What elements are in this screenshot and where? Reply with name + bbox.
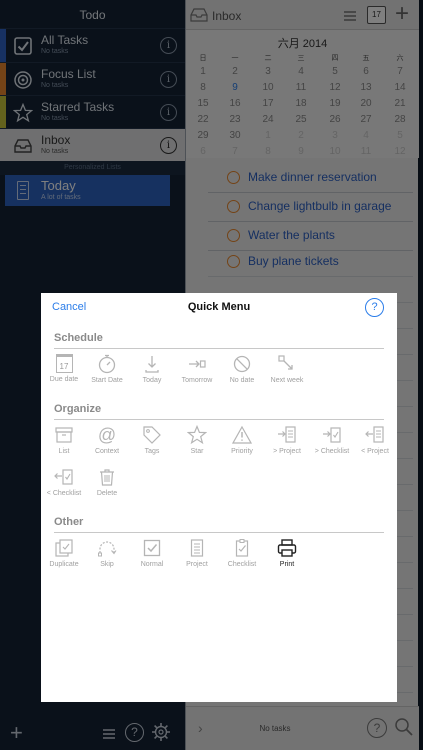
checklist-icon (235, 539, 249, 557)
quick-menu-label: Normal (140, 561, 164, 568)
quick-menu-label: Start Date (91, 377, 123, 384)
quick-menu-label: Project (186, 561, 208, 568)
quick-menu-label: Today (142, 377, 162, 384)
normal-button[interactable]: Normal (129, 538, 175, 578)
quick-menu-label: No date (229, 377, 255, 384)
duplicate-icon (55, 539, 73, 557)
archive-box-icon (55, 427, 73, 443)
print-button[interactable]: Print (264, 538, 310, 578)
quick-menu-label: Tags (144, 448, 160, 455)
cancel-button[interactable]: Cancel (52, 301, 86, 313)
section-divider (54, 348, 384, 349)
trash-icon (100, 469, 114, 486)
quick-menu-label: Tomorrow (181, 377, 213, 384)
tags-button[interactable]: Tags (129, 425, 175, 465)
move-to-checklist-icon (323, 427, 341, 443)
remove-from-project-icon (365, 426, 384, 443)
section-title-other: Other (54, 516, 84, 528)
move-to-project-icon (278, 426, 296, 443)
project-icon (190, 539, 204, 557)
delete-button[interactable]: Delete (84, 467, 130, 507)
dialog-title: Quick Menu (187, 301, 251, 313)
arrow-down-icon (145, 356, 159, 373)
help-button[interactable]: ? (365, 298, 384, 317)
at-sign-icon: @ (97, 425, 117, 445)
section-title-schedule: Schedule (54, 332, 103, 344)
remove-from-checklist-icon (54, 469, 73, 485)
dialog-header: Quick Menu Cancel ? (41, 293, 397, 323)
quick-menu-label: Star (190, 448, 204, 455)
start-date-button[interactable]: Start Date (84, 354, 130, 394)
quick-menu-dialog: Quick Menu Cancel ? Schedule 17 Due date… (41, 293, 397, 702)
no-date-button[interactable]: No date (219, 354, 265, 394)
stopwatch-icon (98, 354, 116, 374)
tomorrow-button[interactable]: Tomorrow (174, 354, 220, 394)
context-button[interactable]: @ Context (84, 425, 130, 465)
quick-menu-label: > Checklist (314, 448, 350, 455)
quick-menu-label: Priority (231, 448, 253, 455)
quick-menu-label: Delete (96, 490, 118, 497)
due-date-button[interactable]: 17 Due date (41, 354, 87, 394)
quick-menu-label: Checklist (227, 561, 257, 568)
skip-button[interactable]: Skip (84, 538, 130, 578)
quick-menu-label: Context (94, 448, 120, 455)
remove-from-project-button[interactable]: < Project (352, 425, 398, 465)
star-icon (187, 425, 207, 445)
calendar-icon: 17 (55, 354, 73, 373)
warning-icon (232, 425, 252, 444)
quick-menu-label: Print (279, 561, 295, 568)
project-button[interactable]: Project (174, 538, 220, 578)
checkbox-icon (143, 539, 161, 557)
quick-menu-label: < Project (361, 448, 389, 455)
star-button[interactable]: Star (174, 425, 220, 465)
next-week-button[interactable]: Next week (264, 354, 310, 394)
move-to-checklist-button[interactable]: > Checklist (309, 425, 355, 465)
quick-menu-label: Next week (270, 377, 304, 384)
duplicate-button[interactable]: Duplicate (41, 538, 87, 578)
quick-menu-label: Skip (100, 561, 114, 568)
quick-menu-label: Duplicate (49, 561, 79, 568)
quick-menu-label: < Checklist (46, 490, 82, 497)
list-button[interactable]: List (41, 425, 87, 465)
checklist-button[interactable]: Checklist (219, 538, 265, 578)
quick-menu-label: List (58, 448, 70, 455)
move-to-project-button[interactable]: > Project (264, 425, 310, 465)
section-title-organize: Organize (54, 403, 102, 415)
section-divider (54, 419, 384, 420)
remove-from-checklist-button[interactable]: < Checklist (41, 467, 87, 507)
arrow-right-icon (189, 360, 206, 368)
section-divider (54, 532, 384, 533)
priority-button[interactable]: Priority (219, 425, 265, 465)
diagonal-arrow-icon (278, 355, 293, 370)
quick-menu-label: > Project (273, 448, 301, 455)
tag-icon (143, 426, 161, 444)
printer-icon (277, 539, 297, 557)
quick-menu-label: Due date (49, 376, 79, 383)
no-entry-icon (233, 355, 251, 373)
today-button[interactable]: Today (129, 354, 175, 394)
skip-icon (98, 541, 117, 557)
